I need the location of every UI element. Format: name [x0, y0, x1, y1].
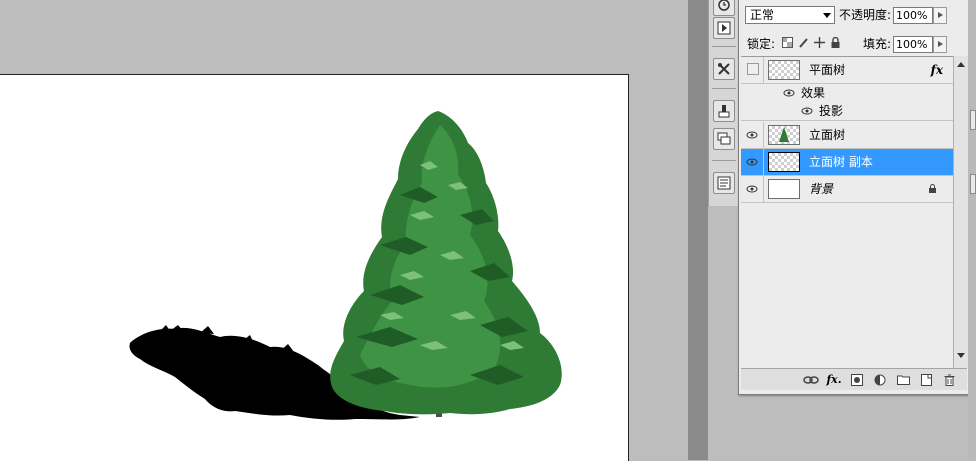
actions-icon[interactable] — [713, 17, 735, 39]
new-layer-icon[interactable] — [918, 373, 934, 387]
layer-thumbnail — [768, 152, 800, 172]
fx-badge[interactable]: fx — [931, 63, 943, 77]
layer-list-scrollbar[interactable] — [953, 56, 968, 368]
effect-row-drop-shadow[interactable]: 投影 — [741, 102, 953, 121]
dock-separator — [712, 160, 736, 161]
layers-panel: 正常 不透明度: 100% 锁定: 填充: 100% 平面树 fx 效果 投影 … — [738, 0, 970, 395]
lock-position-icon[interactable] — [813, 36, 825, 48]
notes-icon[interactable] — [713, 172, 735, 194]
row-divider — [763, 176, 764, 202]
layer-thumbnail — [768, 125, 800, 145]
link-icon[interactable] — [803, 373, 819, 387]
trash-icon[interactable] — [941, 373, 957, 387]
blend-mode-select[interactable]: 正常 — [745, 6, 835, 24]
tree-foliage — [330, 111, 562, 415]
scroll-down-icon[interactable] — [957, 353, 965, 358]
effects-group-row[interactable]: 效果 — [741, 84, 953, 102]
adjustment-icon[interactable] — [872, 373, 888, 387]
folder-icon[interactable] — [895, 373, 911, 387]
row-divider — [763, 122, 764, 148]
layer-thumbnail — [768, 179, 800, 199]
effects-label: 效果 — [801, 86, 826, 100]
history-icon[interactable] — [713, 0, 735, 16]
lock-row: 锁定: 填充: 100% — [739, 28, 969, 56]
lock-transparent-icon[interactable] — [781, 36, 793, 48]
layer-name: 立面树 — [809, 128, 846, 142]
visibility-toggle-off[interactable] — [747, 63, 759, 75]
fill-label: 填充: — [863, 37, 892, 51]
collapsed-panel-dock — [708, 0, 740, 206]
mask-icon[interactable] — [849, 373, 865, 387]
eye-icon[interactable] — [799, 104, 815, 118]
fill-field[interactable]: 100% — [893, 36, 933, 53]
effect-name: 投影 — [819, 104, 844, 118]
layer-row-background[interactable]: 背景 — [741, 176, 953, 203]
layer-thumbnail — [768, 60, 800, 80]
right-panel-edge — [968, 0, 976, 460]
panel-collapse-tab[interactable] — [970, 110, 976, 130]
dock-separator — [712, 46, 736, 47]
lock-all-icon[interactable] — [829, 36, 841, 48]
scroll-up-icon[interactable] — [957, 62, 965, 67]
eye-icon[interactable] — [744, 155, 760, 169]
chevron-down-icon — [823, 13, 831, 18]
row-divider — [763, 149, 764, 175]
layers-panel-footer: fx. — [741, 368, 967, 390]
tools-preset-icon[interactable] — [713, 58, 735, 80]
layer-name: 背景 — [809, 182, 834, 196]
opacity-label: 不透明度: — [839, 8, 892, 22]
document-canvas[interactable] — [0, 74, 629, 461]
layer-name: 平面树 — [809, 63, 846, 77]
blend-row: 正常 不透明度: 100% — [739, 0, 969, 28]
fx-icon[interactable]: fx. — [826, 373, 842, 387]
tree-artwork — [129, 111, 562, 420]
panel-well — [688, 0, 708, 460]
layer-row-elevation-tree[interactable]: 立面树 — [741, 122, 953, 149]
fill-slider-arrow[interactable] — [933, 36, 947, 53]
lock-options — [781, 36, 841, 48]
eye-icon[interactable] — [744, 182, 760, 196]
blend-mode-value: 正常 — [750, 8, 775, 22]
layer-name: 立面树 副本 — [809, 155, 873, 169]
eye-icon[interactable] — [781, 86, 797, 100]
lock-brush-icon[interactable] — [797, 36, 809, 48]
dock-separator — [712, 88, 736, 89]
layer-row-plan-tree[interactable]: 平面树 fx — [741, 57, 953, 84]
opacity-slider-arrow[interactable] — [933, 7, 947, 24]
panel-collapse-tab[interactable] — [970, 174, 976, 194]
row-divider — [763, 57, 764, 83]
layer-row-elevation-tree-copy[interactable]: 立面树 副本 — [741, 149, 953, 176]
layer-comps-icon[interactable] — [713, 128, 735, 150]
opacity-field[interactable]: 100% — [893, 7, 933, 24]
lock-icon — [929, 184, 936, 193]
eye-icon[interactable] — [744, 128, 760, 142]
clone-source-icon[interactable] — [713, 100, 735, 122]
layer-list: 平面树 fx 效果 投影 立面树 立面树 副本 背景 — [741, 56, 953, 207]
lock-label: 锁定: — [747, 37, 776, 51]
document-workspace — [0, 0, 688, 461]
